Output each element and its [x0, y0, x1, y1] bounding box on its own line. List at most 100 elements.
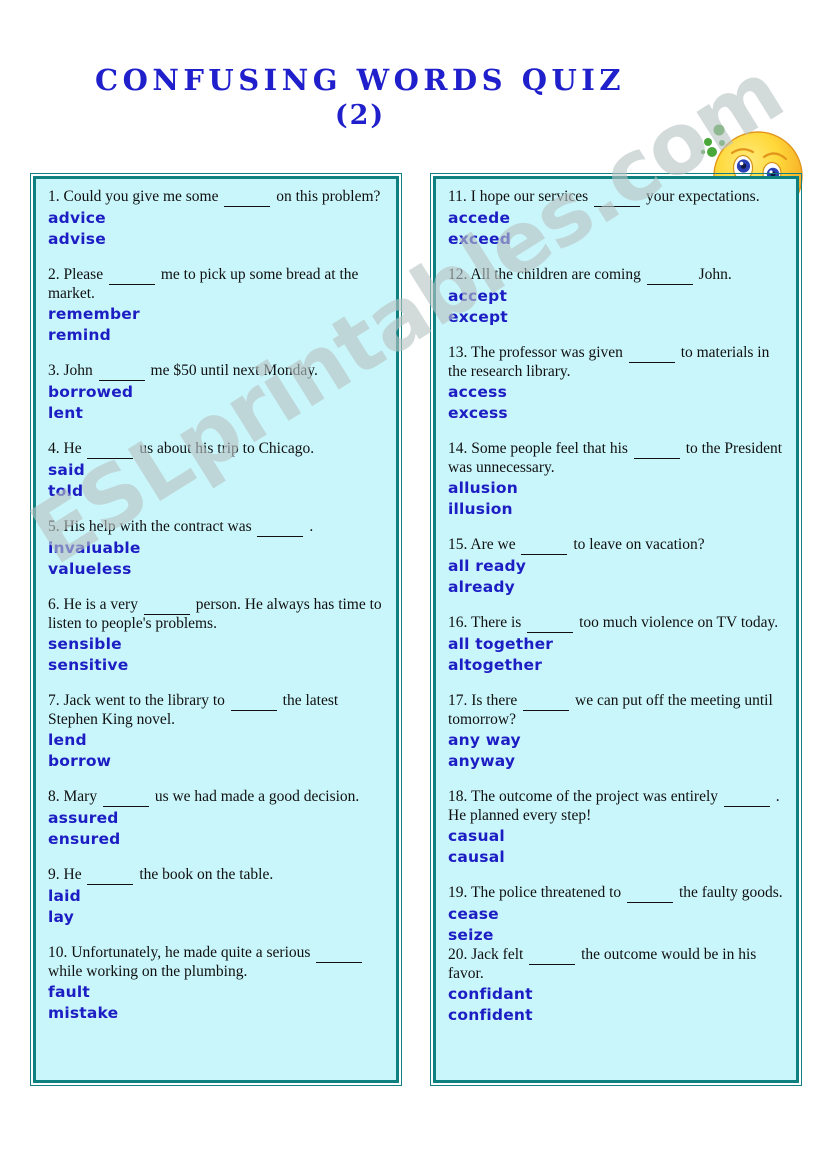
question-text-before-blank: I hope our services	[470, 188, 589, 205]
answer-option[interactable]: advise	[48, 229, 386, 250]
answer-option[interactable]: ensured	[48, 829, 386, 850]
question-text: 4. He us about his trip to Chicago.	[48, 440, 386, 459]
answer-option[interactable]: already	[448, 577, 786, 598]
question-text-before-blank: Is there	[471, 692, 518, 709]
answer-option[interactable]: casual	[448, 826, 786, 847]
answer-option[interactable]: all together	[448, 634, 786, 655]
question-text-before-blank: He is a very	[63, 596, 138, 613]
answer-blank[interactable]	[527, 614, 574, 633]
answer-option[interactable]: except	[448, 307, 786, 328]
answer-blank[interactable]	[316, 944, 363, 963]
question-number: 14.	[448, 440, 468, 457]
question-number: 5.	[48, 518, 60, 535]
question-text-after-blank: while working on the plumbing.	[48, 963, 248, 980]
answer-blank[interactable]	[102, 788, 149, 807]
quiz-item: 5. His help with the contract was . inval…	[48, 518, 386, 580]
answer-option[interactable]: lend	[48, 730, 386, 751]
question-text-after-blank: John.	[698, 266, 732, 283]
question-text: 2. Please me to pick up some bread at th…	[48, 266, 386, 303]
question-number: 20.	[448, 946, 468, 963]
question-text: 7. Jack went to the library to the lates…	[48, 692, 386, 729]
question-text-before-blank: Could you give me some	[63, 188, 219, 205]
answer-option[interactable]: excess	[448, 403, 786, 424]
answer-blank[interactable]	[627, 884, 674, 903]
question-text-before-blank: The outcome of the project was entirely	[470, 788, 719, 805]
question-text: 13. The professor was given to materials…	[448, 344, 786, 381]
question-text: 1. Could you give me some on this proble…	[48, 188, 386, 207]
question-text-after-blank: .	[309, 518, 314, 535]
answer-option[interactable]: confident	[448, 1005, 786, 1026]
answer-option[interactable]: altogether	[448, 655, 786, 676]
quiz-item: 18. The outcome of the project was entir…	[448, 788, 786, 868]
question-text: 19. The police threatened to the faulty …	[448, 884, 786, 903]
answer-blank[interactable]	[628, 344, 675, 363]
quiz-item: 17. Is there we can put off the meeting …	[448, 692, 786, 772]
answer-option[interactable]: sensitive	[48, 655, 386, 676]
answer-blank[interactable]	[521, 536, 568, 555]
question-number: 1.	[48, 188, 60, 205]
answer-option[interactable]: confidant	[448, 984, 786, 1005]
answer-option[interactable]: said	[48, 460, 386, 481]
quiz-item: 12. All the children are coming John. acc…	[448, 266, 786, 328]
page-title: Confusing Words Quiz (2)	[30, 62, 690, 134]
answer-option[interactable]: illusion	[448, 499, 786, 520]
question-text-after-blank: us we had made a good decision.	[154, 788, 360, 805]
answer-option[interactable]: fault	[48, 982, 386, 1003]
answer-option[interactable]: accede	[448, 208, 786, 229]
page-header: Confusing Words Quiz (2)	[0, 62, 821, 221]
question-number: 7.	[48, 692, 60, 709]
answer-blank[interactable]	[87, 866, 134, 885]
answer-blank[interactable]	[143, 596, 190, 615]
answer-blank[interactable]	[230, 692, 277, 711]
answer-blank[interactable]	[646, 266, 693, 285]
answer-blank[interactable]	[224, 188, 271, 207]
answer-option[interactable]: told	[48, 481, 386, 502]
question-text-before-blank: The professor was given	[470, 344, 623, 361]
answer-option[interactable]: valueless	[48, 559, 386, 580]
question-number: 3.	[48, 362, 60, 379]
answer-option[interactable]: remind	[48, 325, 386, 346]
answer-option[interactable]: access	[448, 382, 786, 403]
answer-blank[interactable]	[723, 788, 770, 807]
answer-blank[interactable]	[87, 440, 134, 459]
answer-option[interactable]: all ready	[448, 556, 786, 577]
question-number: 9.	[48, 866, 60, 883]
answer-option[interactable]: mistake	[48, 1003, 386, 1024]
answer-option[interactable]: borrowed	[48, 382, 386, 403]
answer-option[interactable]: cease	[448, 904, 786, 925]
answer-option[interactable]: anyway	[448, 751, 786, 772]
question-text: 9. He the book on the table.	[48, 866, 386, 885]
question-text-before-blank: Unfortunately, he made quite a serious	[71, 944, 311, 961]
answer-blank[interactable]	[108, 266, 155, 285]
answer-option[interactable]: laid	[48, 886, 386, 907]
question-number: 13.	[448, 344, 468, 361]
question-text: 20. Jack felt the outcome would be in hi…	[448, 946, 786, 983]
question-number: 12.	[448, 266, 468, 283]
answer-blank[interactable]	[529, 946, 576, 965]
answer-option[interactable]: accept	[448, 286, 786, 307]
answer-option[interactable]: allusion	[448, 478, 786, 499]
answer-blank[interactable]	[633, 440, 680, 459]
answer-blank[interactable]	[594, 188, 641, 207]
answer-blank[interactable]	[98, 362, 145, 381]
quiz-item: 4. He us about his trip to Chicago. said t…	[48, 440, 386, 502]
answer-option[interactable]: invaluable	[48, 538, 386, 559]
answer-option[interactable]: sensible	[48, 634, 386, 655]
answer-option[interactable]: advice	[48, 208, 386, 229]
question-text: 16. There is too much violence on TV tod…	[448, 614, 786, 633]
answer-option[interactable]: lent	[48, 403, 386, 424]
answer-blank[interactable]	[257, 518, 304, 537]
answer-option[interactable]: seize	[448, 925, 786, 946]
answer-option[interactable]: borrow	[48, 751, 386, 772]
question-text-before-blank: There is	[470, 614, 522, 631]
answer-option[interactable]: any way	[448, 730, 786, 751]
answer-option[interactable]: assured	[48, 808, 386, 829]
answer-option[interactable]: lay	[48, 907, 386, 928]
answer-option[interactable]: remember	[48, 304, 386, 325]
answer-option[interactable]: causal	[448, 847, 786, 868]
answer-option[interactable]: exceed	[448, 229, 786, 250]
answer-blank[interactable]	[523, 692, 570, 711]
quiz-item: 11. I hope our services your expectation…	[448, 188, 786, 250]
question-text-after-blank: to leave on vacation?	[573, 536, 705, 553]
question-text-before-blank: The police threatened to	[470, 884, 622, 901]
